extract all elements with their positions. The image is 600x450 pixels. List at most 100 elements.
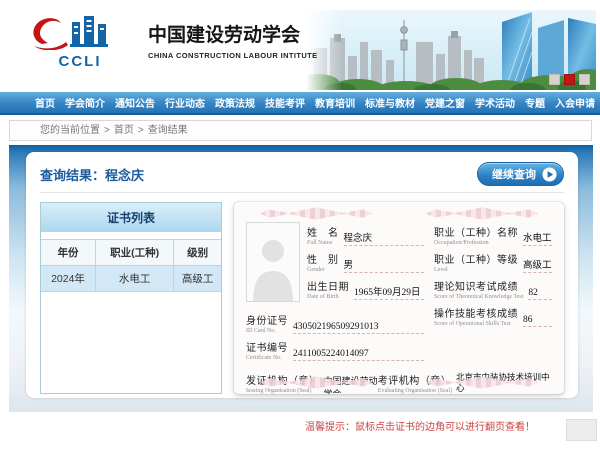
table-row[interactable]: 2024年 水电工 高级工 [41, 266, 221, 292]
result-header-row: 查询结果：程念庆 继续查询 [40, 162, 564, 193]
field-value: 82 [528, 288, 552, 300]
field-label-cn: 姓 名 [307, 224, 339, 239]
column-header-year: 年份 [41, 240, 95, 265]
nav-item-education-training[interactable]: 教育培训 [310, 95, 360, 110]
field-value: 高级工 [523, 257, 552, 273]
cert-field-occupation-name: 职业（工种）名称 Occupation/Profession 水电工 [434, 224, 552, 246]
nav-item-membership-application[interactable]: 入会申请 [550, 95, 600, 110]
certificate-list-title: 证书列表 [41, 203, 221, 232]
field-label-en: Issuing Organisation (Seal) [246, 388, 320, 394]
banner-slide-indicators [549, 74, 590, 85]
continue-query-label: 继续查询 [492, 166, 536, 182]
guilloche-ornament [426, 207, 538, 220]
field-value: 程念庆 [344, 230, 425, 246]
slide-dot-2[interactable] [564, 74, 575, 85]
field-value: 2411005224014097 [293, 349, 424, 361]
page-header: CCLI 中国建设劳动学会 CHINA CONSTRUCTION LABOUR … [0, 0, 600, 92]
cert-field-occupation-level: 职业（工种）等级 Level 高级工 [434, 251, 552, 273]
certificate-document[interactable]: 姓 名 Full Name 程念庆 性 别 Gender 男 [234, 202, 564, 394]
site-title-english: CHINA CONSTRUCTION LABOUR INTITUTE [148, 51, 318, 60]
cert-field-skills-score: 操作技能考核成绩 Score of Operational Skills Tes… [434, 305, 552, 327]
breadcrumb-separator: > [104, 125, 110, 136]
cert-field-full-name: 姓 名 Full Name 程念庆 [307, 224, 424, 246]
cell-level: 高级工 [174, 266, 221, 291]
breadcrumb-separator: > [138, 125, 144, 136]
result-content-row: 证书列表 年份 职业(工种) 级别 2024年 水电工 高级工 [40, 202, 564, 394]
field-label-cn: 理论知识考试成绩 [434, 278, 523, 293]
certificate-left-column: 姓 名 Full Name 程念庆 性 别 Gender 男 [246, 222, 424, 366]
field-label-en: Full Name [307, 240, 339, 246]
slide-dot-1[interactable] [549, 74, 560, 85]
cell-year: 2024年 [41, 266, 95, 291]
nav-item-party-building[interactable]: 党建之窗 [420, 95, 470, 110]
table-empty-area [41, 292, 221, 393]
site-titles: 中国建设劳动学会 CHINA CONSTRUCTION LABOUR INTIT… [148, 14, 318, 60]
certificate-right-column: 职业（工种）名称 Occupation/Profession 水电工 职业（工种… [434, 222, 552, 366]
field-label-en: Score of Theoretical Knowledge Test [434, 294, 523, 300]
id-photo-placeholder [246, 222, 300, 302]
field-label-cn: 证书编号 [246, 339, 288, 354]
nav-item-policies[interactable]: 政策法规 [210, 95, 260, 110]
table-gap [41, 232, 221, 239]
content-panel-inner: 查询结果：程念庆 继续查询 证书列表 年份 职业(工种) 级别 [26, 152, 578, 398]
field-value: 1965年09月29日 [354, 284, 424, 300]
breadcrumb-current-page: 查询结果 [148, 125, 188, 136]
nav-item-skill-assessment[interactable]: 技能考评 [260, 95, 310, 110]
field-value: 430502196509291013 [293, 322, 424, 334]
site-logo: CCLI 中国建设劳动学会 CHINA CONSTRUCTION LABOUR … [28, 14, 318, 70]
cert-field-date-of-birth: 出生日期 Date of Birth 1965年09月29日 [307, 278, 424, 300]
logo-mark-icon [28, 14, 132, 50]
field-label-en: Gender [307, 267, 339, 273]
field-label-en: Evaluating Organisation (Seal) [378, 388, 452, 394]
banner-image [306, 10, 596, 90]
nav-item-notices[interactable]: 通知公告 [110, 95, 160, 110]
field-label-en: Date of Birth [307, 294, 349, 300]
logo-acronym: CCLI [28, 53, 132, 70]
column-header-level: 级别 [174, 240, 221, 265]
nav-item-industry-news[interactable]: 行业动态 [160, 95, 210, 110]
cert-field-gender: 性 别 Gender 男 [307, 251, 424, 273]
field-value: 男 [344, 257, 425, 273]
query-result-title: 查询结果：程念庆 [40, 165, 144, 184]
certificate-list-table: 证书列表 年份 职业(工种) 级别 2024年 水电工 高级工 [40, 202, 222, 394]
field-label-en: Score of Operational Skills Test [434, 321, 518, 327]
field-label-cn: 出生日期 [307, 278, 349, 293]
guilloche-ornament [260, 207, 372, 220]
nav-item-home[interactable]: 首页 [30, 95, 60, 110]
breadcrumb-home-link[interactable]: 首页 [114, 125, 134, 136]
table-header-row: 年份 职业(工种) 级别 [41, 239, 221, 266]
breadcrumb-location-label: 您的当前位置 [40, 125, 100, 136]
field-label-cn: 身份证号 [246, 312, 288, 327]
ccli-logo-icon: CCLI [28, 14, 132, 70]
field-label-en: Occupation/Profession [434, 240, 518, 246]
certificate-main: 姓 名 Full Name 程念庆 性 别 Gender 男 [246, 222, 552, 366]
field-label-en: Certificate No. [246, 355, 288, 361]
corner-box [566, 419, 597, 441]
cert-field-certificate-no: 证书编号 Certificate No. 2411005224014097 [246, 339, 424, 361]
person-silhouette-icon [247, 223, 299, 301]
field-label-cn: 操作技能考核成绩 [434, 305, 518, 320]
cert-field-id-card-no: 身份证号 ID Card No. 430502196509291013 [246, 312, 424, 334]
field-value: 水电工 [523, 230, 552, 246]
play-circle-icon [542, 167, 557, 182]
cell-occupation: 水电工 [95, 266, 174, 291]
nav-item-academic-activities[interactable]: 学术活动 [470, 95, 520, 110]
site-title-chinese: 中国建设劳动学会 [148, 20, 318, 47]
nav-item-standards-textbooks[interactable]: 标准与教材 [360, 95, 420, 110]
nav-item-about[interactable]: 学会简介 [60, 95, 110, 110]
cert-field-theory-score: 理论知识考试成绩 Score of Theoretical Knowledge … [434, 278, 552, 300]
content-panel: 查询结果：程念庆 继续查询 证书列表 年份 职业(工种) 级别 [9, 145, 593, 412]
field-label-en: Level [434, 267, 518, 273]
column-header-occupation: 职业(工种) [95, 240, 174, 265]
continue-query-button[interactable]: 继续查询 [477, 162, 564, 186]
flip-page-tip: 温馨提示：鼠标点击证书的边角可以进行翻页查看！ [305, 418, 600, 433]
field-value: 86 [523, 315, 552, 327]
main-navigation: 首页 学会简介 通知公告 行业动态 政策法规 技能考评 教育培训 标准与教材 党… [0, 92, 600, 115]
slide-dot-3[interactable] [579, 74, 590, 85]
breadcrumb: 您的当前位置 > 首页 > 查询结果 [9, 120, 592, 141]
field-label-cn: 性 别 [307, 251, 339, 266]
nav-item-special-topics[interactable]: 专题 [520, 95, 550, 110]
field-label-en: ID Card No. [246, 328, 288, 334]
field-label-cn: 职业（工种）名称 [434, 224, 518, 239]
field-label-cn: 职业（工种）等级 [434, 251, 518, 266]
